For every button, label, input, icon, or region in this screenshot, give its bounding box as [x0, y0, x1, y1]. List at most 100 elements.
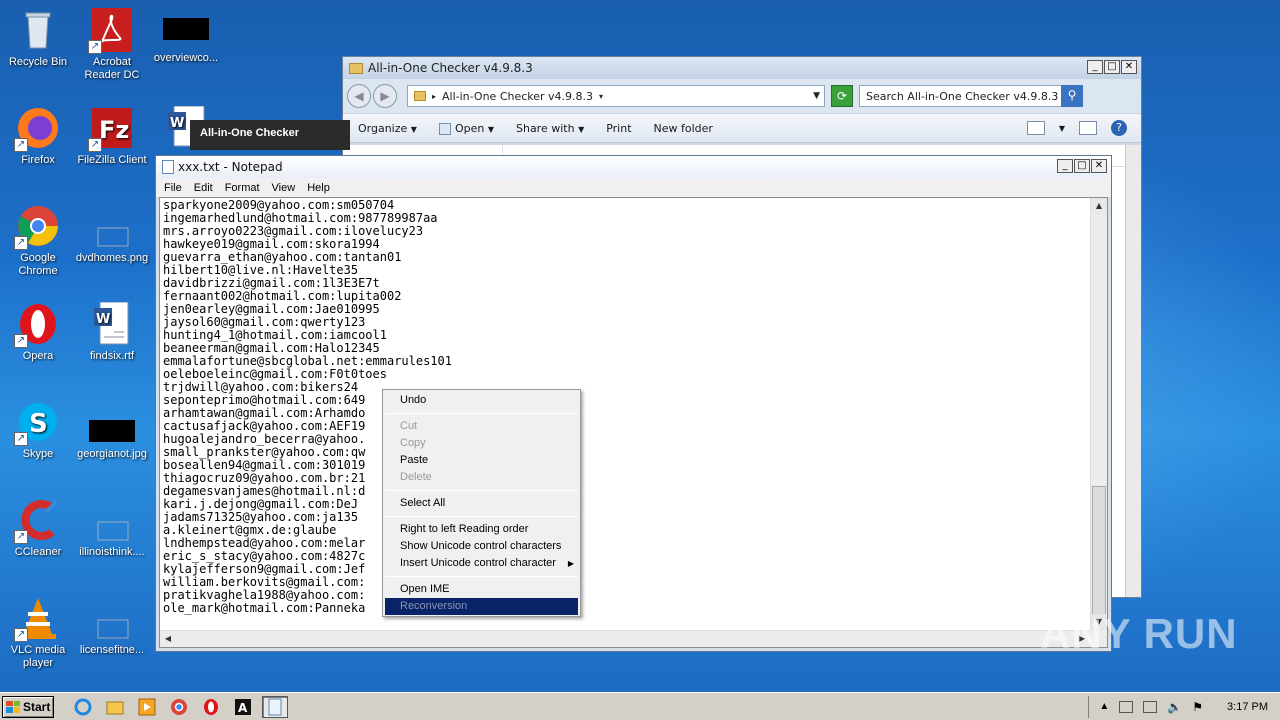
notepad-text-area[interactable]: sparkyone2009@yahoo.com:sm050704 ingemarh… [159, 197, 1108, 648]
tray-flag-icon[interactable]: ⚑ [1192, 700, 1203, 714]
tray-expand-icon[interactable]: ▲ [1099, 701, 1109, 712]
address-dropdown-icon[interactable]: ▼ [813, 91, 820, 101]
menu-item-insert-unicode[interactable]: Insert Unicode control character ▶ [383, 555, 580, 572]
close-button[interactable]: ✕ [1091, 159, 1107, 173]
clock[interactable]: 3:17 PM [1227, 701, 1268, 713]
tray-display-icon[interactable] [1143, 700, 1158, 713]
desktop-icon-label: overviewco... [153, 52, 219, 64]
desktop-icon-dvdhomes[interactable]: dvdhomes.png [74, 204, 150, 265]
taskbar-explorer-icon[interactable] [102, 696, 128, 718]
menu-help[interactable]: Help [301, 182, 336, 194]
menu-separator [385, 413, 578, 414]
desktop-icon-firefox[interactable]: ↗ Firefox [0, 106, 76, 167]
maximize-button[interactable]: □ [1104, 60, 1120, 74]
notepad-window[interactable]: xxx.txt - Notepad _ □ ✕ File Edit Format… [155, 155, 1112, 652]
search-input[interactable]: Search All-in-One Checker v4.9.8.3 ⚲ [859, 85, 1083, 107]
help-icon[interactable]: ? [1111, 120, 1127, 136]
desktop-icon-label: illinoisthink.... [79, 546, 145, 558]
svg-text:W: W [170, 116, 184, 131]
desktop-icon-label: findsix.rtf [89, 350, 134, 362]
taskbar-notepad-icon[interactable] [262, 695, 288, 718]
menu-format[interactable]: Format [219, 182, 266, 194]
menu-item-rtl[interactable]: Right to left Reading order [383, 521, 580, 538]
shortcut-arrow-icon: ↗ [88, 138, 102, 152]
open-button[interactable]: Open ▼ [438, 122, 494, 135]
preview-pane-icon[interactable] [1079, 121, 1097, 135]
back-button[interactable]: ◀ [347, 84, 371, 108]
desktop-icon-opera[interactable]: ↗ Opera [0, 302, 76, 363]
vlc-icon: ↗ [14, 596, 60, 642]
maximize-button[interactable]: □ [1074, 159, 1090, 173]
menu-item-paste[interactable]: Paste [383, 452, 580, 469]
explorer-titlebar[interactable]: All-in-One Checker v4.9.8.3 _ □ ✕ [343, 57, 1141, 79]
close-button[interactable]: ✕ [1121, 60, 1137, 74]
tray-network-icon[interactable] [1119, 700, 1134, 713]
explorer-scrollbar[interactable] [1125, 145, 1141, 597]
checker-window-titlebar[interactable]: All-in-One Checker [190, 120, 350, 150]
menu-item-undo[interactable]: Undo [383, 392, 580, 409]
taskbar-checker-icon[interactable]: A [230, 696, 256, 718]
desktop-icon-findsix[interactable]: W findsix.rtf [74, 301, 150, 363]
address-text: All-in-One Checker v4.9.8.3 [442, 89, 594, 103]
desktop-icon-illinoisthink[interactable]: illinoisthink.... [74, 498, 150, 559]
desktop-icon-ccleaner[interactable]: ↗ CCleaner [0, 498, 76, 559]
acrobat-icon: ↗ [88, 8, 134, 54]
menu-item-show-unicode[interactable]: Show Unicode control characters [383, 538, 580, 555]
scroll-left-icon[interactable]: ◀ [160, 631, 176, 647]
desktop-icon-label: Acrobat Reader DC [84, 56, 140, 81]
desktop-icon-vlc[interactable]: ↗ VLC media player [0, 596, 76, 670]
search-icon[interactable]: ⚲ [1061, 85, 1083, 107]
organize-button[interactable]: Organize ▼ [358, 122, 417, 135]
view-dropdown-icon[interactable]: ▼ [1059, 124, 1065, 133]
scroll-thumb[interactable] [1092, 486, 1106, 616]
menu-item-cut: Cut [400, 420, 418, 432]
breadcrumb-arrow-icon[interactable]: ▾ [599, 92, 603, 101]
vertical-scrollbar[interactable]: ▲ ▼ [1090, 198, 1107, 630]
desktop-icon-filezilla[interactable]: Fz ↗ FileZilla Client [74, 106, 150, 167]
minimize-button[interactable]: _ [1057, 159, 1073, 173]
menu-item-select-all[interactable]: Select All [383, 495, 580, 512]
window-controls: _ □ ✕ [1087, 60, 1137, 74]
desktop-icon-licensefitne[interactable]: licensefitne... [74, 596, 150, 657]
desktop-icon-label: Firefox [21, 154, 55, 166]
tray-volume-icon[interactable]: 🔈 [1167, 700, 1182, 714]
desktop-icon-label: Recycle Bin [8, 56, 68, 68]
shortcut-arrow-icon: ↗ [14, 530, 28, 544]
menu-view[interactable]: View [266, 182, 302, 194]
taskbar-opera-icon[interactable] [198, 696, 224, 718]
desktop-icon-chrome[interactable]: ↗ Google Chrome [0, 204, 76, 278]
chrome-icon: ↗ [14, 204, 60, 250]
horizontal-scrollbar[interactable]: ◀ ▶ [160, 630, 1090, 647]
search-placeholder: Search All-in-One Checker v4.9.8.3 [866, 89, 1059, 103]
share-with-button[interactable]: Share with ▼ [516, 122, 584, 135]
forward-button[interactable]: ▶ [373, 84, 397, 108]
start-button[interactable]: Start [2, 695, 54, 718]
menu-separator [385, 490, 578, 491]
toolbar-right: ▼ ? [1026, 120, 1141, 136]
notepad-menubar: File Edit Format View Help [156, 178, 1111, 197]
notepad-titlebar[interactable]: xxx.txt - Notepad _ □ ✕ [156, 156, 1111, 178]
desktop-icon-skype[interactable]: S ↗ Skype [0, 400, 76, 461]
opera-icon: ↗ [14, 302, 60, 348]
scroll-up-icon[interactable]: ▲ [1091, 198, 1107, 214]
refresh-button[interactable]: ⟳ [831, 85, 853, 107]
breadcrumb-arrow-icon[interactable]: ▸ [432, 92, 436, 101]
address-bar[interactable]: ▸ All-in-One Checker v4.9.8.3 ▾ ▼ [407, 85, 825, 107]
menu-file[interactable]: File [158, 182, 188, 194]
minimize-button[interactable]: _ [1087, 60, 1103, 74]
taskbar-ie-icon[interactable] [70, 696, 96, 718]
view-options-icon[interactable] [1026, 121, 1045, 135]
explorer-title: All-in-One Checker v4.9.8.3 [368, 61, 533, 75]
desktop-icon-recycle-bin[interactable]: Recycle Bin [0, 8, 76, 69]
desktop-icon-georgianot[interactable]: georgianot.jpg [74, 400, 150, 461]
print-button[interactable]: Print [606, 122, 631, 135]
desktop-icon-acrobat[interactable]: ↗ Acrobat Reader DC [74, 8, 150, 82]
menu-edit[interactable]: Edit [188, 182, 219, 194]
desktop-icon-overviewco[interactable]: overviewco... [148, 8, 224, 65]
menu-item-open-ime[interactable]: Open IME [383, 581, 580, 598]
new-folder-button[interactable]: New folder [654, 122, 713, 135]
desktop-icon-label: Opera [22, 350, 54, 362]
system-tray: ▲ 🔈 ⚑ 3:17 PM [1088, 695, 1280, 718]
taskbar-media-player-icon[interactable] [134, 696, 160, 718]
taskbar-chrome-icon[interactable] [166, 696, 192, 718]
